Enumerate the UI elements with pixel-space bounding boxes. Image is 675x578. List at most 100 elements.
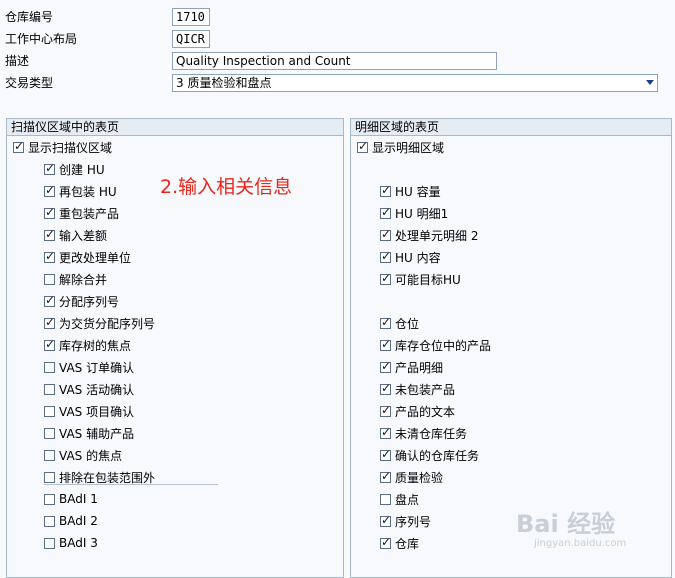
show-detail-area-label: 显示明细区域 (372, 140, 445, 155)
scanner-checkbox-7[interactable]: 为交货分配序列号 (44, 314, 155, 332)
checkbox-icon[interactable] (380, 381, 391, 395)
checkbox-icon[interactable] (44, 537, 55, 549)
checkbox-icon[interactable] (44, 427, 55, 439)
checkbox-icon[interactable] (44, 183, 55, 197)
scanner-checkbox-3[interactable]: 输入差额 (44, 226, 107, 244)
checkbox-icon[interactable] (44, 205, 55, 219)
scanner-checkbox-5[interactable]: 解除合并 (44, 270, 107, 288)
scanner-checkbox-6[interactable]: 分配序列号 (44, 292, 119, 310)
detail-checkbox-7[interactable]: 产品明细 (380, 358, 443, 376)
checkbox-icon[interactable] (380, 359, 391, 373)
scanner-checkbox-0[interactable]: 创建 HU (44, 160, 105, 178)
scanner-checkbox-4[interactable]: 更改处理单位 (44, 248, 131, 266)
checkbox-icon[interactable] (357, 139, 368, 153)
detail-checkbox-label: 产品明细 (395, 360, 444, 375)
checkbox-icon[interactable] (44, 383, 55, 395)
transaction-type-select[interactable]: 3 质量检验和盘点 (172, 74, 658, 92)
scanner-checkbox-label: VAS 的焦点 (59, 448, 123, 463)
chevron-down-icon[interactable] (646, 80, 654, 85)
scanner-checkbox-label: BAdI 2 (59, 514, 98, 528)
checkbox-icon[interactable] (44, 493, 55, 505)
checkbox-icon[interactable] (13, 139, 24, 153)
checkbox-icon[interactable] (44, 361, 55, 373)
scanner-checkbox-label: 排除在包装范围外 (59, 470, 156, 485)
checkbox-icon[interactable] (380, 403, 391, 417)
scanner-checkbox-9[interactable]: VAS 订单确认 (44, 358, 134, 376)
checkbox-icon[interactable] (44, 227, 55, 241)
checkbox-icon[interactable] (44, 405, 55, 417)
scanner-checkbox-17[interactable]: BAdI 3 (44, 534, 98, 552)
description-label: 描述 (5, 54, 30, 68)
detail-checkbox-3[interactable]: HU 内容 (380, 248, 441, 266)
detail-checkbox-label: 仓库 (395, 536, 420, 551)
detail-checkbox-9[interactable]: 产品的文本 (380, 402, 455, 420)
detail-checkbox-label: 可能目标HU (395, 272, 461, 287)
detail-checkbox-5[interactable]: 仓位 (380, 314, 419, 332)
detail-checkbox-11[interactable]: 确认的仓库任务 (380, 446, 479, 464)
scanner-checkbox-1[interactable]: 再包装 HU (44, 182, 117, 200)
scanner-checkbox-label: 更改处理单位 (59, 250, 132, 265)
detail-checkbox-10[interactable]: 未清仓库任务 (380, 424, 467, 442)
checkbox-icon[interactable] (380, 425, 391, 439)
layout-field[interactable]: QICR (172, 30, 210, 48)
annotation-text: 2.输入相关信息 (160, 176, 293, 198)
detail-checkbox-0[interactable]: HU 容量 (380, 182, 441, 200)
checkbox-icon[interactable] (380, 205, 391, 219)
show-scanner-area-label: 显示扫描仪区域 (28, 140, 113, 155)
checkbox-icon[interactable] (44, 293, 55, 307)
checkbox-icon[interactable] (380, 249, 391, 263)
detail-checkbox-13[interactable]: 盘点 (380, 490, 419, 508)
scanner-checkbox-12[interactable]: VAS 辅助产品 (44, 424, 134, 442)
checkbox-icon[interactable] (380, 493, 391, 505)
checkbox-icon[interactable] (44, 337, 55, 351)
checkbox-icon[interactable] (44, 315, 55, 329)
detail-checkbox-label: 未包装产品 (395, 382, 456, 397)
detail-checkbox-2[interactable]: 处理单元明细 2 (380, 226, 478, 244)
detail-checkbox-4[interactable]: 可能目标HU (380, 270, 461, 288)
detail-checkbox-14[interactable]: 序列号 (380, 512, 431, 530)
checkbox-icon[interactable] (380, 469, 391, 483)
scanner-checkbox-13[interactable]: VAS 的焦点 (44, 446, 122, 464)
checkbox-icon[interactable] (44, 471, 55, 483)
checkbox-icon[interactable] (380, 315, 391, 329)
detail-checkbox-label: HU 明细1 (395, 206, 449, 221)
checkbox-icon[interactable] (44, 273, 55, 285)
checkbox-icon[interactable] (380, 227, 391, 241)
checkbox-icon[interactable] (380, 271, 391, 285)
detail-checkbox-label: HU 容量 (395, 184, 441, 199)
scanner-area-title: 扫描仪区域中的表页 (7, 119, 343, 136)
scanner-checkbox-10[interactable]: VAS 活动确认 (44, 380, 134, 398)
show-detail-area-checkbox[interactable]: 显示明细区域 (357, 138, 444, 156)
detail-checkbox-label: 产品的文本 (395, 404, 456, 419)
checkbox-icon[interactable] (380, 183, 391, 197)
detail-checkbox-15[interactable]: 仓库 (380, 534, 419, 552)
detail-checkbox-8[interactable]: 未包装产品 (380, 380, 455, 398)
checkbox-icon[interactable] (380, 337, 391, 351)
checkbox-icon[interactable] (44, 449, 55, 461)
show-scanner-area-checkbox[interactable]: 显示扫描仪区域 (13, 138, 112, 156)
scanner-checkbox-16[interactable]: BAdI 2 (44, 512, 98, 530)
checkbox-icon[interactable] (44, 249, 55, 263)
scanner-checkbox-8[interactable]: 库存树的焦点 (44, 336, 131, 354)
warehouse-field[interactable]: 1710 (172, 8, 210, 26)
description-field[interactable]: Quality Inspection and Count (172, 52, 497, 70)
layout-label: 工作中心布局 (5, 32, 78, 46)
detail-checkbox-1[interactable]: HU 明细1 (380, 204, 448, 222)
scanner-checkbox-2[interactable]: 重包装产品 (44, 204, 119, 222)
transaction-type-value: 3 质量检验和盘点 (176, 76, 272, 90)
detail-checkbox-label: 未清仓库任务 (395, 426, 468, 441)
detail-area-title: 明细区域的表页 (351, 119, 671, 136)
detail-checkbox-12[interactable]: 质量检验 (380, 468, 443, 486)
detail-checkbox-6[interactable]: 库存仓位中的产品 (380, 336, 491, 354)
scanner-checkbox-11[interactable]: VAS 项目确认 (44, 402, 134, 420)
checkbox-icon[interactable] (380, 535, 391, 549)
detail-checkbox-label: 处理单元明细 2 (395, 228, 479, 243)
checkbox-icon[interactable] (380, 513, 391, 527)
checkbox-icon[interactable] (44, 515, 55, 527)
scanner-checkbox-15[interactable]: BAdI 1 (44, 490, 98, 508)
checkbox-icon[interactable] (380, 447, 391, 461)
warehouse-label: 仓库编号 (5, 10, 54, 24)
transaction-type-label: 交易类型 (5, 76, 54, 90)
scanner-checkbox-label: 输入差额 (59, 228, 108, 243)
checkbox-icon[interactable] (44, 161, 55, 175)
